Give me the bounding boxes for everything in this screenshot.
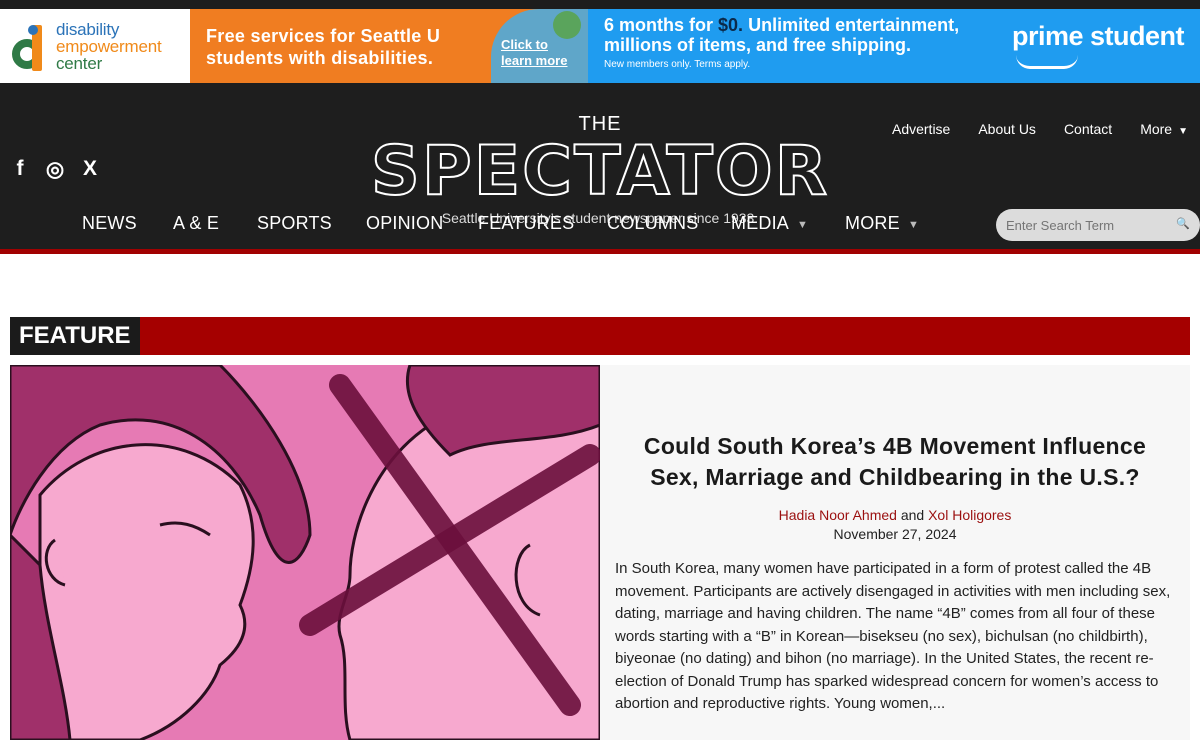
disability-ad-body: Free services for Seattle U students wit… xyxy=(190,9,588,83)
search-input[interactable] xyxy=(1006,218,1166,233)
nav-features[interactable]: FEATURES xyxy=(478,213,574,234)
nav-more-dropdown[interactable]: More ▼ xyxy=(1140,121,1188,137)
nav-more-label: More xyxy=(1140,121,1173,137)
disability-center-logo: disability empowerment center xyxy=(0,9,190,83)
ad-banner-row: disability empowerment center Free servi… xyxy=(0,9,1200,83)
nav-sports[interactable]: SPORTS xyxy=(257,213,332,234)
main-nav: NEWS A & E SPORTS OPINION FEATURES COLUM… xyxy=(0,203,1200,249)
nav-more[interactable]: MORE xyxy=(845,213,900,234)
article-title-link[interactable]: Could South Korea’s 4B Movement Influenc… xyxy=(610,431,1180,493)
top-strip xyxy=(0,0,1200,9)
feature-illustration[interactable] xyxy=(10,365,600,740)
disability-center-ad[interactable]: disability empowerment center Free servi… xyxy=(0,9,588,83)
cta-line-1: Click to xyxy=(501,37,548,52)
logo-line-3: center xyxy=(56,53,103,73)
feature-section-bar: FEATURE xyxy=(10,317,1190,355)
article-date: November 27, 2024 xyxy=(833,526,957,542)
site-header: f ◎ X THE SPECTATOR Seattle University’s… xyxy=(0,83,1200,249)
header-divider xyxy=(0,249,1200,254)
chevron-down-icon[interactable]: ▼ xyxy=(908,219,919,231)
search-icon[interactable]: 🔍 xyxy=(1176,217,1190,230)
logo-line-2: empowerment xyxy=(56,36,162,56)
byline-joiner: and xyxy=(900,507,925,523)
author-link-2[interactable]: Xol Holigores xyxy=(928,507,1011,523)
feature-article-panel: Could South Korea’s 4B Movement Influenc… xyxy=(600,365,1190,740)
prime-offer-prefix: 6 months for xyxy=(604,15,714,35)
article-byline: Hadia Noor Ahmed and Xol Holigores xyxy=(600,507,1190,523)
couple-illustration-image xyxy=(10,365,600,740)
article-title-line-1: Could South Korea’s 4B Movement Influenc… xyxy=(643,433,1147,459)
nav-opinion[interactable]: OPINION xyxy=(366,213,443,234)
prime-student-ad[interactable]: 6 months for $0. Unlimited entertainment… xyxy=(588,9,1200,83)
author-link-1[interactable]: Hadia Noor Ahmed xyxy=(779,507,897,523)
nav-media[interactable]: MEDIA xyxy=(731,213,789,234)
section-label: FEATURE xyxy=(10,317,140,355)
prime-offer-price: $0. xyxy=(718,15,744,35)
search-box: 🔍 xyxy=(996,209,1200,241)
logo-line-1: disability xyxy=(56,19,120,39)
top-nav: Advertise About Us Contact More ▼ xyxy=(892,121,1188,137)
prime-fine-print: New members only. Terms apply. xyxy=(604,59,751,70)
article-title-line-2: Sex, Marriage and Childbearing in the U.… xyxy=(650,464,1140,490)
chevron-down-icon[interactable]: ▼ xyxy=(797,219,808,231)
dec-logo-mark-icon xyxy=(10,19,50,73)
learn-more-link[interactable]: Click to learn more xyxy=(491,9,588,83)
nav-arts-entertainment[interactable]: A & E xyxy=(173,213,219,234)
prime-student-logo: prime student xyxy=(1011,21,1185,51)
amazon-smile-icon xyxy=(1016,55,1078,69)
cta-line-2: learn more xyxy=(501,53,568,68)
article-excerpt: In South Korea, many women have particip… xyxy=(615,560,1171,712)
prime-offer-suffix: Unlimited entertainment, xyxy=(748,15,960,35)
chevron-down-icon: ▼ xyxy=(1178,126,1188,137)
nav-advertise[interactable]: Advertise xyxy=(892,121,950,137)
nav-columns[interactable]: COLUMNS xyxy=(607,213,698,234)
nav-about-us[interactable]: About Us xyxy=(978,121,1036,137)
logo-name: SPECTATOR xyxy=(370,132,830,211)
nav-contact[interactable]: Contact xyxy=(1064,121,1112,137)
nav-news[interactable]: NEWS xyxy=(82,213,137,234)
decorative-circle-icon xyxy=(553,11,581,39)
